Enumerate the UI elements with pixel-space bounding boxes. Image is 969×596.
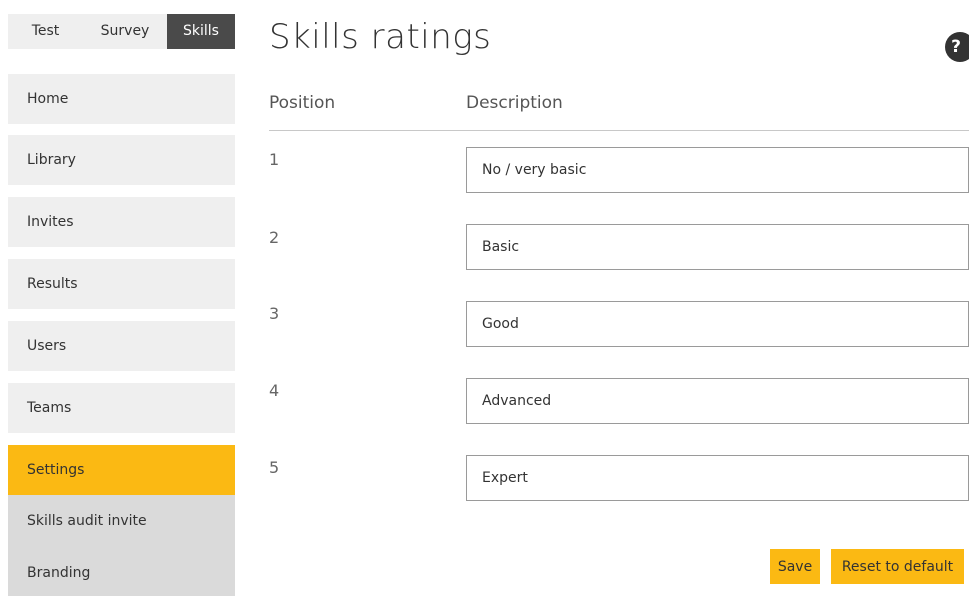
sidebar-subitem-branding[interactable]: Branding — [8, 547, 235, 596]
sidebar-item-home[interactable]: Home — [8, 74, 235, 124]
mode-tabs: Test Survey Skills — [8, 14, 235, 49]
sidebar-item-library[interactable]: Library — [8, 135, 235, 185]
rating-position: 5 — [269, 458, 280, 477]
sidebar-item-users[interactable]: Users — [8, 321, 235, 371]
help-icon[interactable]: ? — [945, 32, 969, 62]
tab-test[interactable]: Test — [8, 14, 83, 49]
rating-description-input[interactable] — [466, 378, 969, 424]
column-header-description: Description — [466, 93, 563, 113]
rating-position: 1 — [269, 150, 280, 169]
sidebar-item-results[interactable]: Results — [8, 259, 235, 309]
tab-survey[interactable]: Survey — [83, 14, 167, 49]
rating-position: 4 — [269, 381, 280, 400]
column-header-position: Position — [269, 93, 336, 113]
rating-position: 3 — [269, 304, 280, 323]
rating-description-input[interactable] — [466, 455, 969, 501]
sidebar-item-invites[interactable]: Invites — [8, 197, 235, 247]
tab-skills[interactable]: Skills — [167, 14, 235, 49]
sidebar-item-teams[interactable]: Teams — [8, 383, 235, 433]
sidebar-item-settings[interactable]: Settings — [8, 445, 235, 495]
rating-description-input[interactable] — [466, 147, 969, 193]
rating-description-input[interactable] — [466, 224, 969, 270]
reset-to-default-button[interactable]: Reset to default — [831, 549, 964, 584]
rating-position: 2 — [269, 228, 280, 247]
header-divider — [269, 130, 969, 131]
sidebar-subitem-skills-audit-invite[interactable]: Skills audit invite — [8, 495, 235, 547]
rating-description-input[interactable] — [466, 301, 969, 347]
page-title: Skills ratings — [269, 17, 492, 57]
save-button[interactable]: Save — [770, 549, 820, 584]
